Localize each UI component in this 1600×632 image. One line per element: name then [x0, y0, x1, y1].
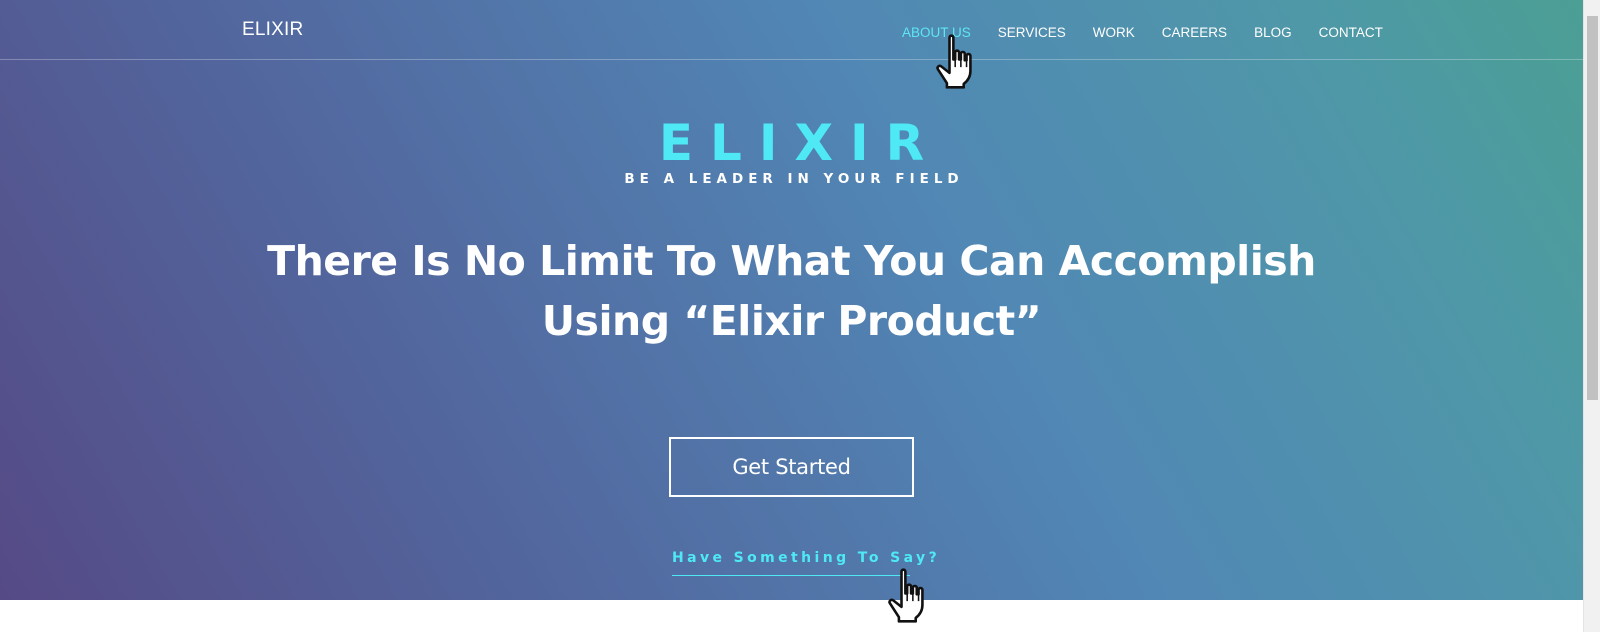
hero-section: ELIXIR ABOUT US SERVICES WORK CAREERS BL… [0, 0, 1583, 600]
nav-item-services[interactable]: SERVICES [998, 25, 1066, 40]
scrollbar-thumb[interactable] [1587, 16, 1598, 400]
hero-headline: There Is No Limit To What You Can Accomp… [0, 231, 1583, 351]
nav-item-blog[interactable]: BLOG [1254, 25, 1292, 40]
link-underline [672, 575, 910, 576]
nav-menu: ABOUT US SERVICES WORK CAREERS BLOG CONT… [902, 25, 1383, 40]
navbar: ELIXIR ABOUT US SERVICES WORK CAREERS BL… [0, 0, 1583, 60]
brand-logo[interactable]: ELIXIR [242, 19, 303, 41]
nav-item-contact[interactable]: CONTACT [1319, 25, 1383, 40]
hero-logo-title: ELIXIR [658, 114, 942, 172]
nav-item-work[interactable]: WORK [1093, 25, 1135, 40]
browser-viewport: ELIXIR ABOUT US SERVICES WORK CAREERS BL… [0, 0, 1600, 632]
nav-item-about-us[interactable]: ABOUT US [902, 25, 971, 40]
hero-headline-line-1: There Is No Limit To What You Can Accomp… [267, 237, 1316, 285]
get-started-button[interactable]: Get Started [669, 437, 914, 497]
nav-item-careers[interactable]: CAREERS [1162, 25, 1227, 40]
hero-headline-line-2: Using “Elixir Product” [541, 297, 1042, 345]
vertical-scrollbar[interactable] [1583, 0, 1600, 632]
hero-tagline: BE A LEADER IN YOUR FIELD [624, 171, 964, 187]
have-something-to-say-link[interactable]: Have Something To Say? [672, 550, 940, 566]
